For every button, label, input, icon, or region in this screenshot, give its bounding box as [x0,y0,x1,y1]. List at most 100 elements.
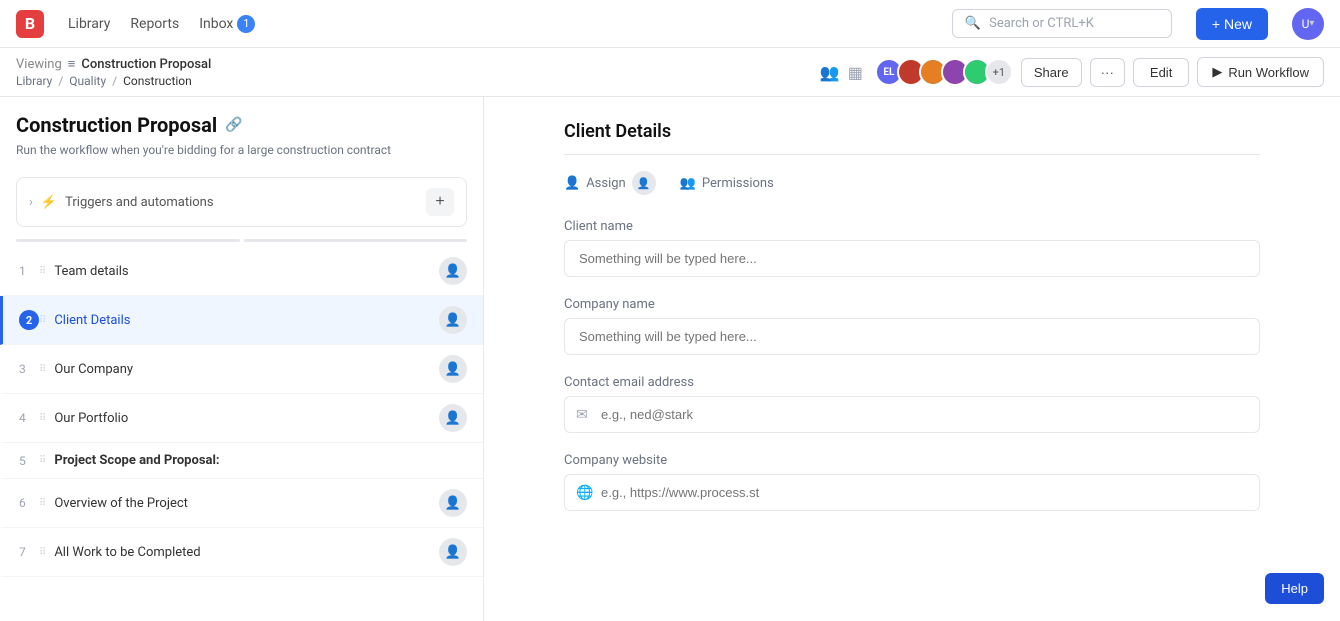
content-inner: Client Details 👤 Assign 👤 👥 Permissions … [532,97,1292,555]
app-logo[interactable]: B [16,10,44,38]
website-input[interactable] [564,474,1260,511]
new-button[interactable]: + New [1196,8,1268,40]
step-item[interactable]: 4 ⠿ Our Portfolio 👤 [0,394,483,443]
doc-title: Construction Proposal [81,57,211,72]
edit-button[interactable]: Edit [1133,58,1189,87]
triggers-row[interactable]: › ⚡ Triggers and automations + [16,177,467,227]
drag-handle-icon: ⠿ [39,498,46,509]
client-name-input[interactable] [564,240,1260,277]
avatar-count: +1 [985,58,1013,86]
inbox-badge: 1 [237,15,255,33]
steps-list: 1 ⠿ Team details 👤 2 ⠿ Client Details 👤 … [0,243,483,581]
share-button[interactable]: Share [1021,58,1082,87]
client-name-label: Client name [564,219,1260,234]
company-name-label: Company name [564,297,1260,312]
drag-handle-icon: ⠿ [39,547,46,558]
breadcrumb: Library / Quality / Construction [16,74,211,88]
step-assignee-icon: 👤 [439,257,467,285]
main-layout: Construction Proposal 🔗 Run the workflow… [0,97,1340,621]
email-group: Contact email address ✉ [564,375,1260,433]
assign-person-icon: 👤 [564,176,580,191]
add-trigger-button[interactable]: + [426,188,454,216]
step-name: All Work to be Completed [54,545,439,560]
step-number: 5 [19,454,39,468]
drag-handle-icon: ⠿ [39,266,46,277]
more-button[interactable]: ··· [1090,58,1125,87]
section-title: Client Details [564,121,1260,155]
assign-row: 👤 Assign 👤 👥 Permissions [564,171,1260,195]
step-number: 4 [19,411,39,425]
step-number: 6 [19,496,39,510]
client-name-group: Client name [564,219,1260,277]
drag-handle-icon: ⠿ [39,413,46,424]
step-assignee-icon: 👤 [439,355,467,383]
top-nav: B Library Reports Inbox 1 🔍 Search or CT… [0,0,1340,48]
step-item[interactable]: 6 ⠿ Overview of the Project 👤 [0,479,483,528]
run-label: Run Workflow [1228,65,1309,80]
step-assignee-icon: 👤 [439,404,467,432]
step-assignee-icon: 👤 [439,538,467,566]
step-assignee-icon: 👤 [439,306,467,334]
email-icon: ✉ [576,407,588,423]
subheader-actions: 👥 ▦ EL +1 Share ··· Edit ▶ Run Workflow [820,57,1324,87]
permissions-button[interactable]: 👥 Permissions [680,176,774,191]
step-name-active: Client Details [54,313,439,328]
viewing-info: Viewing ≡ Construction Proposal Library … [16,56,211,88]
assign-avatar: 👤 [632,171,656,195]
nav-library[interactable]: Library [68,16,110,32]
drag-handle-icon: ⠿ [39,315,46,326]
search-icon: 🔍 [965,16,981,31]
drag-handle-icon: ⠿ [39,455,46,466]
breadcrumb-quality[interactable]: Quality [69,74,106,88]
search-box[interactable]: 🔍 Search or CTRL+K [952,9,1172,38]
doc-icon: ≡ [68,56,76,72]
email-input[interactable] [564,396,1260,433]
website-group: Company website 🌐 [564,453,1260,511]
manage-members-icon[interactable]: 👥 [820,63,840,82]
step-number: 1 [19,264,39,278]
grid-icon[interactable]: ▦ [848,63,863,82]
permissions-icon: 👥 [680,176,696,191]
sidebar-description: Run the workflow when you're bidding for… [16,143,467,157]
company-name-input[interactable] [564,318,1260,355]
globe-icon: 🌐 [576,485,593,501]
email-label: Contact email address [564,375,1260,390]
breadcrumb-construction: Construction [123,74,192,88]
viewing-label: Viewing [16,57,62,72]
step-name: Project Scope and Proposal: [54,453,467,468]
content-area: Client Details 👤 Assign 👤 👥 Permissions … [484,97,1340,621]
nav-reports[interactable]: Reports [130,16,179,32]
nav-inbox[interactable]: Inbox 1 [199,15,255,33]
triggers-left: › ⚡ Triggers and automations [29,195,214,210]
help-button[interactable]: Help [1265,573,1324,604]
bolt-icon: ⚡ [41,195,57,210]
step-number: 7 [19,545,39,559]
step-name: Our Company [54,362,439,377]
step-number: 3 [19,362,39,376]
website-input-wrapper: 🌐 [564,474,1260,511]
sub-header: Viewing ≡ Construction Proposal Library … [0,48,1340,97]
sidebar: Construction Proposal 🔗 Run the workflow… [0,97,484,621]
step-item[interactable]: 3 ⠿ Our Company 👤 [0,345,483,394]
step-name: Overview of the Project [54,496,439,511]
chevron-right-icon: › [29,195,33,210]
link-icon[interactable]: 🔗 [225,117,242,133]
run-workflow-button[interactable]: ▶ Run Workflow [1197,57,1324,87]
step-name: Team details [54,264,439,279]
company-name-group: Company name [564,297,1260,355]
step-item[interactable]: 5 ⠿ Project Scope and Proposal: [0,443,483,479]
sidebar-title: Construction Proposal 🔗 [16,113,467,137]
avatar-group: EL +1 [875,58,1013,86]
drag-handle-icon: ⠿ [39,364,46,375]
breadcrumb-library[interactable]: Library [16,74,52,88]
user-avatar[interactable]: U ▾ [1292,8,1324,40]
step-name: Our Portfolio [54,411,439,426]
step-item-active[interactable]: 2 ⠿ Client Details 👤 [0,296,483,345]
website-label: Company website [564,453,1260,468]
email-input-wrapper: ✉ [564,396,1260,433]
sidebar-header: Construction Proposal 🔗 Run the workflow… [0,97,483,165]
step-item[interactable]: 7 ⠿ All Work to be Completed 👤 [0,528,483,577]
run-icon: ▶ [1212,64,1222,80]
assign-button[interactable]: 👤 Assign 👤 [564,171,656,195]
step-item[interactable]: 1 ⠿ Team details 👤 [0,247,483,296]
